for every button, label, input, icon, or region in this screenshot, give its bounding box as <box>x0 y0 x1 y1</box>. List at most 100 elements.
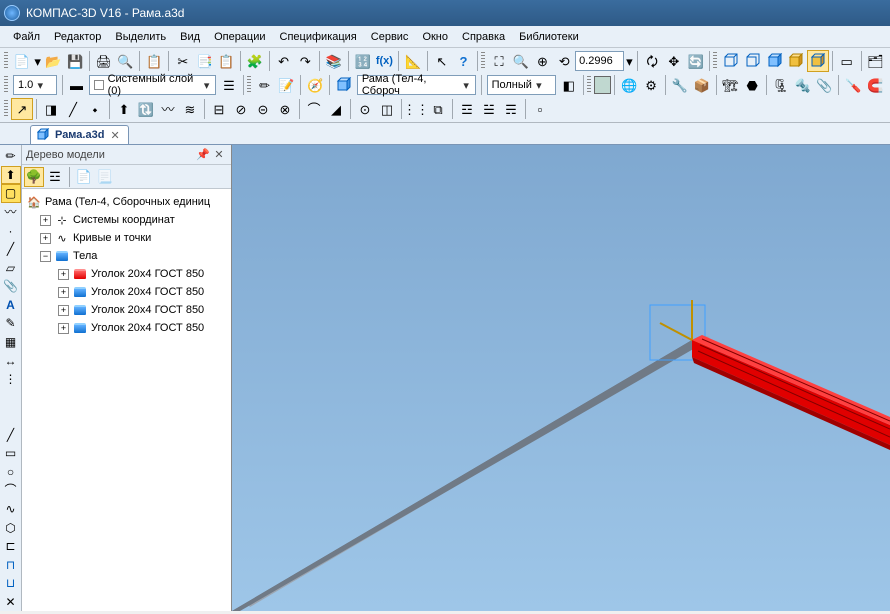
tool-extrude[interactable]: ⬆ <box>1 166 21 185</box>
expander-icon[interactable]: − <box>40 251 51 262</box>
menu-view[interactable]: Вид <box>173 29 207 45</box>
tool-offset[interactable]: ⊏ <box>1 537 21 556</box>
expander-icon[interactable]: + <box>40 215 51 226</box>
menu-operations[interactable]: Операции <box>207 29 272 45</box>
app-button-8[interactable]: 🔩 <box>792 74 814 96</box>
tool-surface[interactable]: ▢ <box>1 184 21 203</box>
copy-button[interactable]: 📑 <box>194 50 216 72</box>
mirror-button[interactable]: ⧉ <box>427 98 449 120</box>
tool-text[interactable]: A <box>1 296 21 315</box>
tool-axis[interactable]: ╱ <box>1 240 21 259</box>
tree-mode1-button[interactable]: 🌳 <box>24 167 44 187</box>
help-button[interactable]: ? <box>453 50 475 72</box>
vars-button[interactable]: 🔢 <box>352 50 374 72</box>
tree-collapse-button[interactable]: 📃 <box>95 167 115 187</box>
tool-rect[interactable]: ▭ <box>1 444 21 463</box>
tool-more[interactable]: ⋮ <box>1 370 21 389</box>
select-face-button[interactable]: ◨ <box>40 98 62 120</box>
menu-editor[interactable]: Редактор <box>47 29 108 45</box>
zoom-in-button[interactable]: ⊕ <box>532 50 554 72</box>
print-button[interactable]: 🖨 <box>93 50 115 72</box>
menu-select[interactable]: Выделить <box>108 29 173 45</box>
fx-button[interactable]: f(x) <box>374 50 396 72</box>
body-combo[interactable]: Рама (Тел-4, Сбороч▾ <box>357 75 476 95</box>
menu-libs[interactable]: Библиотеки <box>512 29 586 45</box>
tool-frame2[interactable]: ⊔ <box>1 574 21 593</box>
redo-button[interactable]: ↷ <box>294 50 316 72</box>
zoom-back-button[interactable]: ⟲ <box>553 50 575 72</box>
viewport[interactable] <box>232 145 890 611</box>
menu-window[interactable]: Окно <box>415 29 455 45</box>
tree-node-coords[interactable]: + ⊹ Системы координат <box>22 211 231 229</box>
tool-curves[interactable]: 〰 <box>1 203 21 222</box>
layer-combo[interactable]: Системный слой (0)▾ <box>89 75 216 95</box>
sweep-button[interactable]: 〰 <box>157 98 179 120</box>
shell-button[interactable]: ◫ <box>376 98 398 120</box>
expander-icon[interactable]: + <box>40 233 51 244</box>
tool-circle[interactable]: ○ <box>1 463 21 482</box>
revolve-button[interactable]: 🔃 <box>135 98 157 120</box>
cube-shaded-button[interactable] <box>764 50 786 72</box>
open-button[interactable]: 📂 <box>43 50 65 72</box>
tool-annotate[interactable]: ✎ <box>1 314 21 333</box>
orient-button[interactable]: 🧭 <box>304 74 326 96</box>
rotate-button[interactable]: 🔄 <box>685 50 707 72</box>
loft-button[interactable]: ≋ <box>179 98 201 120</box>
app-button-10[interactable]: 🪛 <box>842 74 864 96</box>
misc1-button[interactable]: ▫ <box>529 98 551 120</box>
app-button-11[interactable]: 🧲 <box>864 74 886 96</box>
tool-sketch[interactable]: ✏ <box>1 147 21 166</box>
new-button[interactable]: 📄 <box>11 50 33 72</box>
menu-file[interactable]: Файл <box>6 29 47 45</box>
close-icon[interactable]: ✕ <box>211 147 227 163</box>
cube-shaded-edges-button[interactable] <box>807 50 829 72</box>
tree-root[interactable]: 🏠 Рама (Тел-4, Сборочных единиц <box>22 193 231 211</box>
pattern-button[interactable]: ⋮⋮ <box>405 98 427 120</box>
grip-icon[interactable] <box>587 76 591 94</box>
tree-node-body3[interactable]: + Уголок 20x4 ГОСТ 850 <box>22 301 231 319</box>
grip-icon[interactable] <box>481 52 485 70</box>
close-icon[interactable]: ✕ <box>108 129 121 142</box>
list1-button[interactable]: ☲ <box>456 98 478 120</box>
expander-icon[interactable]: + <box>58 305 69 316</box>
zoom-input[interactable]: 0.2996 <box>575 51 624 71</box>
menu-help[interactable]: Справка <box>455 29 512 45</box>
expander-icon[interactable]: + <box>58 323 69 334</box>
menu-spec[interactable]: Спецификация <box>273 29 364 45</box>
expander-icon[interactable]: + <box>58 269 69 280</box>
app-button-9[interactable]: 📎 <box>814 74 836 96</box>
shading-level-button[interactable]: ◧ <box>558 74 580 96</box>
pan-button[interactable]: ✥ <box>663 50 685 72</box>
tree-node-body4[interactable]: + Уголок 20x4 ГОСТ 850 <box>22 319 231 337</box>
tool-line[interactable]: ╱ <box>1 425 21 444</box>
tool-point[interactable]: · <box>1 221 21 240</box>
cut-extrude-button[interactable]: ⊟ <box>208 98 230 120</box>
cut-sweep-button[interactable]: ⊝ <box>252 98 274 120</box>
layers-button[interactable]: ☰ <box>218 74 240 96</box>
fillet-button[interactable]: ⌒ <box>303 98 325 120</box>
menu-service[interactable]: Сервис <box>364 29 416 45</box>
tool-table[interactable]: ▦ <box>1 333 21 352</box>
tree-node-curves[interactable]: + ∿ Кривые и точки <box>22 229 231 247</box>
undo-button[interactable]: ↶ <box>273 50 295 72</box>
tool-arc[interactable]: ⌒ <box>1 481 21 500</box>
extrude-button[interactable]: ⬆ <box>113 98 135 120</box>
lineweight-combo[interactable]: 1.0▾ <box>13 75 57 95</box>
tree-node-body2[interactable]: + Уголок 20x4 ГОСТ 850 <box>22 283 231 301</box>
refresh-button[interactable]: 🗘 <box>641 50 663 72</box>
select-edge-button[interactable]: ╱ <box>62 98 84 120</box>
mode-arrow-button[interactable]: ↗ <box>11 98 33 120</box>
shading-combo[interactable]: Полный▾ <box>487 75 556 95</box>
doc-tab[interactable]: Рама.a3d ✕ <box>30 125 129 144</box>
grip-icon[interactable] <box>713 52 717 70</box>
color-swatch[interactable] <box>594 76 612 94</box>
arrow-button[interactable]: ↖ <box>431 50 453 72</box>
tool-spline[interactable]: ∿ <box>1 500 21 519</box>
paste-special-button[interactable]: 🧩 <box>244 50 266 72</box>
sketch-edit-button[interactable]: 📝 <box>276 74 298 96</box>
misc-button[interactable]: 🗂 <box>865 50 887 72</box>
linestyle-button[interactable]: ▬ <box>66 74 88 96</box>
pin-icon[interactable]: 📌 <box>195 147 211 163</box>
tree-node-body1[interactable]: + Уголок 20x4 ГОСТ 850 <box>22 265 231 283</box>
perspective-button[interactable]: ▭ <box>836 50 858 72</box>
